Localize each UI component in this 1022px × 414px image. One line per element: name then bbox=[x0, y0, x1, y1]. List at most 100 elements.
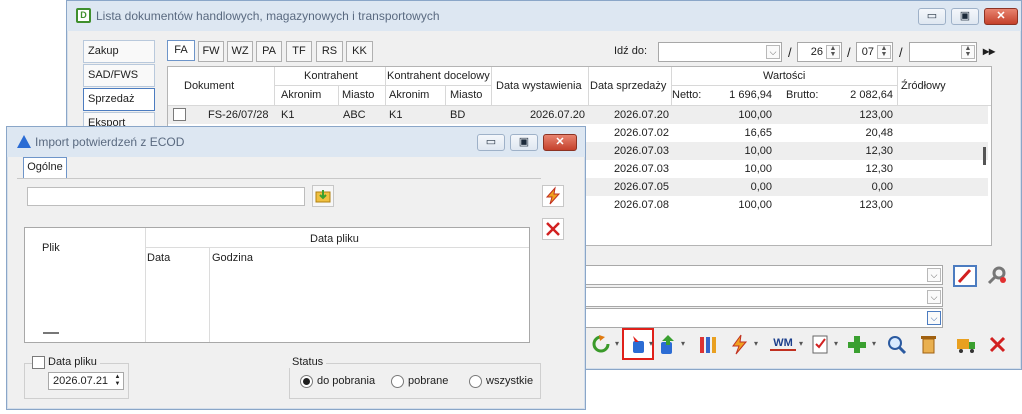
row-select-checkbox[interactable] bbox=[173, 108, 186, 121]
open-folder-icon[interactable] bbox=[312, 185, 334, 207]
close-button[interactable]: ✕ bbox=[984, 8, 1018, 25]
file-path-input[interactable] bbox=[27, 187, 305, 206]
brutto-label: Brutto: bbox=[786, 89, 819, 101]
radio-wszystkie[interactable] bbox=[469, 375, 482, 388]
tab-fa[interactable]: FA bbox=[167, 40, 195, 61]
radio-do-pobrania-label[interactable]: do pobrania bbox=[317, 375, 375, 387]
filter-select-3[interactable]: ⌵ bbox=[585, 308, 943, 328]
truck-icon[interactable] bbox=[955, 333, 978, 356]
row-data-sprzedazy: 2026.07.02 bbox=[613, 127, 669, 139]
maximize-button[interactable]: ▣ bbox=[951, 8, 979, 25]
chevron-down-icon[interactable]: ⌵ bbox=[766, 45, 780, 59]
row-miasto-docelowy: BD bbox=[450, 109, 466, 121]
col-header-kontrahent-docelowy[interactable]: Kontrahent docelowy bbox=[387, 67, 490, 85]
filter-select-2[interactable]: ⌵ bbox=[585, 287, 943, 307]
side-nav-sad-fws[interactable]: SAD/FWS bbox=[83, 64, 155, 87]
export-dropdown-arrow[interactable]: ▾ bbox=[679, 335, 687, 353]
minimize-button[interactable]: ▭ bbox=[918, 8, 946, 25]
idz-do-day-value: 26 bbox=[810, 46, 823, 58]
add-icon[interactable] bbox=[845, 333, 868, 356]
tab-fw[interactable]: FW bbox=[198, 41, 224, 62]
col-header-godzina[interactable]: Godzina bbox=[212, 252, 253, 264]
radio-pobrane-label[interactable]: pobrane bbox=[408, 375, 448, 387]
lightning-action-icon[interactable] bbox=[542, 185, 564, 207]
row-data-sprzedazy: 2026.07.03 bbox=[613, 163, 669, 175]
spinner-icon[interactable]: ▲ ▼ bbox=[877, 45, 891, 59]
main-title-bar[interactable]: D Lista dokumentów handlowych, magazynow… bbox=[67, 1, 1021, 31]
tab-pa[interactable]: PA bbox=[256, 41, 282, 62]
columns-icon[interactable] bbox=[697, 333, 720, 356]
lightning-dropdown-arrow[interactable]: ▾ bbox=[752, 335, 760, 353]
idz-do-month-value: 07 bbox=[861, 46, 874, 58]
import-dropdown-arrow[interactable]: ▾ bbox=[647, 335, 655, 353]
checklist-icon[interactable] bbox=[809, 333, 832, 356]
wm-icon-text: WM bbox=[770, 337, 796, 351]
col-header-kontrahent[interactable]: Kontrahent bbox=[304, 67, 358, 85]
wm-dropdown-arrow[interactable]: ▾ bbox=[797, 335, 805, 353]
col-header-data-sprzedazy[interactable]: Data sprzedaży bbox=[590, 77, 666, 95]
chevron-down-icon[interactable]: ⌵ bbox=[927, 290, 941, 304]
radio-do-pobrania[interactable] bbox=[300, 375, 313, 388]
checklist-dropdown-arrow[interactable]: ▾ bbox=[832, 335, 840, 353]
refresh-dropdown-arrow[interactable]: ▾ bbox=[613, 335, 621, 353]
row-miasto: ABC bbox=[343, 109, 366, 121]
tab-rs[interactable]: RS bbox=[316, 41, 343, 62]
dialog-close-button[interactable]: ✕ bbox=[543, 134, 577, 151]
data-pliku-date-input[interactable]: 2026.07.21 ▲ ▼ bbox=[48, 372, 124, 390]
row-brutto: 0,00 bbox=[871, 181, 893, 193]
delete-trash-icon[interactable] bbox=[917, 333, 940, 356]
add-dropdown-arrow[interactable]: ▾ bbox=[870, 335, 878, 353]
idz-do-year-spinner[interactable]: ▲ ▼ bbox=[909, 42, 977, 62]
col-header-zrodlowy[interactable]: Źródłowy bbox=[901, 77, 946, 95]
dialog-minimize-button[interactable]: ▭ bbox=[477, 134, 505, 151]
netto-label: Netto: bbox=[672, 89, 702, 101]
spinner-icon[interactable]: ▲ ▼ bbox=[961, 45, 975, 59]
export-icon[interactable] bbox=[656, 333, 679, 356]
radio-wszystkie-label[interactable]: wszystkie bbox=[486, 375, 533, 387]
edit-filter-icon[interactable] bbox=[953, 265, 977, 287]
search-icon[interactable] bbox=[885, 333, 908, 356]
wrench-icon[interactable] bbox=[984, 265, 1008, 287]
col-header-plik[interactable]: Plik bbox=[42, 242, 60, 254]
grid-scrollbar-thumb[interactable] bbox=[983, 147, 986, 165]
col-header-akronim-docelowy[interactable]: Akronim bbox=[389, 86, 429, 104]
col-header-dokument[interactable]: Dokument bbox=[184, 77, 234, 95]
spinner-icon[interactable]: ▲ ▼ bbox=[113, 374, 122, 388]
wm-icon[interactable]: WM bbox=[770, 333, 796, 356]
col-header-miasto[interactable]: Miasto bbox=[342, 86, 374, 104]
go-forward-icon[interactable]: ▸▸ bbox=[983, 44, 995, 58]
side-nav-sprzedaz[interactable]: Sprzedaż bbox=[83, 88, 155, 111]
row-data-sprzedazy: 2026.07.08 bbox=[613, 199, 669, 211]
chevron-down-icon[interactable]: ⌵ bbox=[927, 311, 941, 325]
dialog-maximize-button[interactable]: ▣ bbox=[510, 134, 538, 151]
refresh-icon[interactable] bbox=[590, 333, 613, 356]
lightning-icon[interactable] bbox=[728, 333, 751, 356]
side-nav-zakup[interactable]: Zakup bbox=[83, 40, 155, 63]
tab-kk[interactable]: KK bbox=[346, 41, 373, 62]
table-scrollbar[interactable] bbox=[43, 332, 59, 334]
idz-do-month-spinner[interactable]: 07 ▲ ▼ bbox=[856, 42, 893, 62]
close-x-icon[interactable] bbox=[986, 333, 1009, 356]
row-netto: 16,65 bbox=[744, 127, 772, 139]
col-header-data-wystawienia[interactable]: Data wystawienia bbox=[496, 77, 582, 95]
tab-wz[interactable]: WZ bbox=[227, 41, 253, 62]
import-ecod-dialog: Import potwierdzeń z ECOD ▭ ▣ ✕ Ogólne P… bbox=[6, 126, 586, 410]
data-pliku-checkbox[interactable] bbox=[32, 356, 45, 369]
col-header-data-pliku[interactable]: Data pliku bbox=[310, 233, 359, 245]
filter-select-1[interactable]: ⌵ bbox=[585, 265, 943, 285]
radio-pobrane[interactable] bbox=[391, 375, 404, 388]
table-row[interactable]: FS-26/07/28 K1 ABC K1 BD 2026.07.20 2026… bbox=[168, 106, 988, 124]
tab-ogolne[interactable]: Ogólne bbox=[23, 157, 67, 179]
idz-do-day-spinner[interactable]: 26 ▲ ▼ bbox=[797, 42, 842, 62]
col-header-miasto-docelowy[interactable]: Miasto bbox=[450, 86, 482, 104]
chevron-down-icon[interactable]: ⌵ bbox=[927, 268, 941, 282]
col-header-akronim[interactable]: Akronim bbox=[281, 86, 321, 104]
idz-do-document-select[interactable]: ⌵ bbox=[658, 42, 782, 62]
spinner-icon[interactable]: ▲ ▼ bbox=[826, 45, 840, 59]
dialog-title-bar[interactable]: Import potwierdzeń z ECOD ▭ ▣ ✕ bbox=[7, 127, 585, 157]
delete-x-icon[interactable] bbox=[542, 218, 564, 240]
col-header-data[interactable]: Data bbox=[147, 252, 170, 264]
tab-tf[interactable]: TF bbox=[286, 41, 312, 62]
row-brutto: 12,30 bbox=[865, 145, 893, 157]
col-header-wartosci[interactable]: Wartości bbox=[763, 67, 805, 85]
